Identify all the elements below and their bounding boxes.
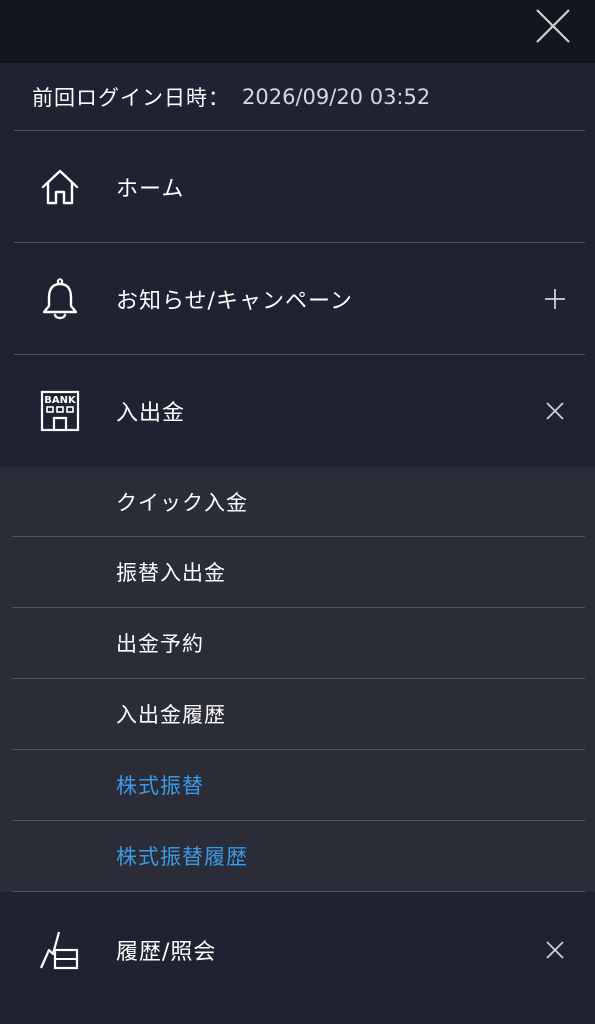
close-menu-button[interactable] [533,6,573,46]
submenu-item-transfer[interactable]: 振替入出金 [12,537,585,608]
top-bar [0,0,595,63]
submenu-label: 振替入出金 [116,561,226,585]
submenu-label: 出金予約 [116,632,204,656]
submenu-item-deposit-history[interactable]: 入出金履歴 [12,679,585,750]
submenu-label: 入出金履歴 [116,703,226,727]
menu-item-history[interactable]: 履歴/照会 [14,892,585,1007]
submenu-item-stock-transfer[interactable]: 株式振替 [12,750,585,821]
submenu-label: クイック入金 [116,490,248,515]
submenu-item-withdrawal-reservation[interactable]: 出金予約 [12,608,585,679]
submenu-label: 株式振替履歴 [116,845,248,869]
deposit-submenu: クイック入金 振替入出金 出金予約 入出金履歴 株式振替 株式振替履歴 [0,467,595,892]
submenu-item-quick-deposit[interactable]: クイック入金 [12,467,585,537]
menu-item-deposit[interactable]: BANK 入出金 [14,355,585,467]
menu-label-home: ホーム [116,176,185,202]
chart-icon [38,928,82,972]
close-icon [536,9,570,43]
collapse-close-icon[interactable] [543,399,567,423]
last-login-label: 前回ログイン日時： [32,85,230,110]
last-login-value: 2026/09/20 03:52 [242,84,431,109]
menu-label-news: お知らせ/キャンペーン [116,288,353,314]
menu-item-news[interactable]: お知らせ/キャンペーン [14,243,585,355]
menu-item-home[interactable]: ホーム [14,131,585,243]
svg-text:BANK: BANK [44,395,77,406]
last-login-info: 前回ログイン日時： 2026/09/20 03:52 [14,63,585,131]
menu-label-history: 履歴/照会 [116,939,217,965]
submenu-item-stock-transfer-history[interactable]: 株式振替履歴 [12,821,585,892]
bell-icon [38,277,82,321]
submenu-label: 株式振替 [116,774,204,798]
plus-icon[interactable] [543,287,567,311]
menu-label-deposit: 入出金 [116,401,186,426]
collapse-close-icon[interactable] [543,938,567,962]
home-icon [38,165,82,209]
bank-icon: BANK [38,389,82,433]
